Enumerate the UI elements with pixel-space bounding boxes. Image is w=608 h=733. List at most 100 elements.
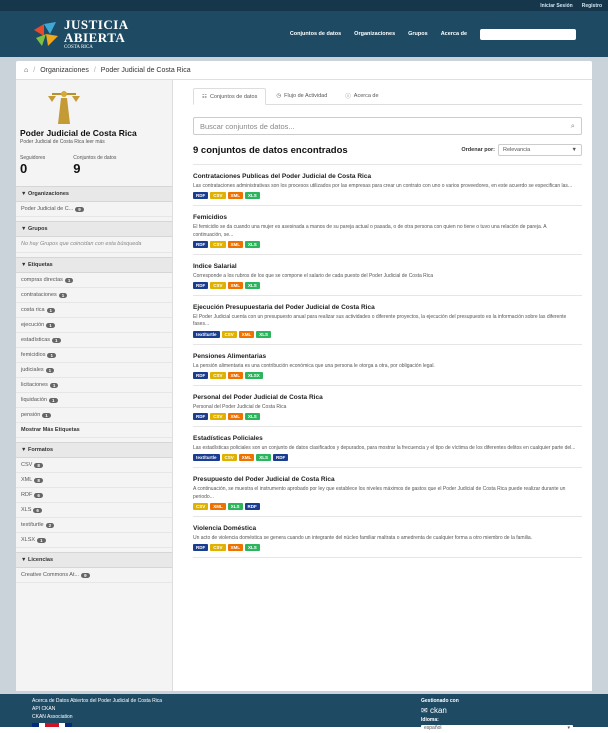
facet-item[interactable]: XLSX 1 [16, 533, 172, 549]
format-badge[interactable]: CSV [210, 413, 226, 420]
format-badge[interactable]: CSV [221, 454, 237, 462]
format-badge[interactable]: CSV [210, 192, 226, 200]
facet-item[interactable]: Poder Judicial de C... 9 [16, 202, 172, 217]
format-badge[interactable]: XLSX [245, 371, 263, 379]
facet-item[interactable]: text/turtle 2 [16, 518, 172, 534]
tab-about[interactable]: ⓘ Acerca de [337, 88, 386, 104]
register-link[interactable]: Registro [582, 3, 602, 9]
facet-formats-header: ▼ Formatos [16, 442, 172, 459]
format-badge[interactable]: XML [227, 240, 244, 248]
facet-item[interactable]: pensión 1 [16, 408, 172, 424]
facet-groups-header: ▼ Grupos [16, 221, 172, 237]
dataset-title[interactable]: Contrataciones Publicas del Poder Judici… [193, 173, 582, 180]
nav-organizations[interactable]: Organizaciones [354, 31, 395, 37]
breadcrumb-organizations[interactable]: Organizaciones [40, 67, 89, 74]
format-badge[interactable]: RDF [193, 413, 209, 420]
nav-about[interactable]: Acerca de [441, 31, 467, 37]
format-badge[interactable]: CSV [221, 330, 237, 338]
facet-item[interactable]: contrataciones 1 [16, 288, 172, 304]
format-badge[interactable]: XLS [256, 330, 272, 338]
dataset-title[interactable]: Estadísticas Policiales [193, 435, 582, 442]
format-badge[interactable]: XLS [245, 413, 260, 420]
format-badge[interactable]: XML [227, 544, 244, 551]
tab-datasets[interactable]: ☷ Conjuntos de datos [193, 88, 267, 105]
format-badge[interactable]: text/turtle [193, 330, 220, 338]
site-logo[interactable]: JUSTICIA ABIERTA COSTA RICA [32, 18, 129, 50]
footer-link-api[interactable]: API CKAN [32, 706, 421, 714]
facet-item[interactable]: ejecución 1 [16, 318, 172, 334]
dataset-search-input[interactable]: Buscar conjuntos de datos... ⌕ [193, 117, 582, 135]
facet-item[interactable]: compras directas 1 [16, 273, 172, 289]
dataset-title[interactable]: Indice Salarial [193, 263, 582, 270]
facet-item[interactable]: judiciales 1 [16, 363, 172, 379]
facet-item[interactable]: estadísticas 1 [16, 333, 172, 349]
facet-item[interactable]: liquidación 1 [16, 393, 172, 409]
facet-item[interactable]: XLS 6 [16, 503, 172, 519]
format-badge[interactable]: XLS [227, 502, 243, 510]
format-badge[interactable]: text/turtle [193, 454, 220, 462]
facet-item[interactable]: costa rica 1 [16, 303, 172, 319]
format-badge[interactable]: RDF [193, 371, 209, 379]
dataset-title[interactable]: Presupuesto del Poder Judicial de Costa … [193, 476, 582, 483]
dataset-title[interactable]: Femicidios [193, 214, 582, 221]
dataset-item: Violencia Doméstica Un acto de violencia … [193, 517, 582, 558]
format-badge[interactable]: CSV [193, 502, 209, 510]
show-more-tags-link[interactable]: Mostrar Más Etiquetas [16, 423, 172, 439]
format-badge[interactable]: RDF [193, 192, 209, 200]
format-badge[interactable]: CSV [210, 544, 226, 551]
search-icon[interactable]: ⌕ [571, 121, 575, 131]
dataset-description: Las estadísticas policiales son un conju… [193, 445, 576, 451]
sort-select[interactable]: Relevancia ▼ [498, 144, 582, 156]
format-badge[interactable]: RDF [193, 544, 209, 551]
facet-item[interactable]: licitaciones 1 [16, 378, 172, 394]
tab-activity[interactable]: ◷ Flujo de Actividad [268, 88, 335, 104]
format-badge[interactable]: XML [238, 454, 255, 462]
ckan-logo[interactable]: ✉ ckan [421, 705, 576, 717]
format-badge[interactable]: XML [227, 371, 244, 379]
format-badge[interactable]: CSV [210, 282, 226, 289]
facet-item[interactable]: femicidios 1 [16, 348, 172, 364]
dataset-title[interactable]: Violencia Doméstica [193, 525, 582, 532]
facet-count: 1 [58, 292, 68, 298]
facet-item[interactable]: CSV 8 [16, 458, 172, 474]
dataset-title[interactable]: Personal del Poder Judicial de Costa Ric… [193, 394, 582, 401]
format-badge[interactable]: XLS [245, 282, 260, 289]
dataset-description: Un acto de violencia doméstica se genera… [193, 534, 533, 541]
facet-count: 1 [64, 277, 74, 283]
format-badge[interactable]: XLS [245, 192, 260, 200]
facet-count: 1 [37, 537, 46, 543]
format-badge[interactable]: CSV [210, 371, 226, 379]
facet-label: femicidios [21, 352, 46, 359]
format-badge[interactable]: XLS [256, 454, 272, 462]
nav-datasets[interactable]: Conjuntos de datos [290, 31, 341, 37]
facet-item[interactable]: XML 8 [16, 473, 172, 489]
dataset-title[interactable]: Pensiones Alimentarias [193, 353, 582, 360]
format-badge[interactable]: XML [227, 192, 244, 200]
format-badge[interactable]: XLS [245, 240, 260, 248]
format-badge[interactable]: RDF [273, 454, 289, 462]
nav-groups[interactable]: Grupos [408, 31, 428, 37]
footer-link-about[interactable]: Acerca de Datos Abiertos del Poder Judic… [32, 698, 421, 706]
breadcrumb-current[interactable]: Poder Judicial de Costa Rica [101, 67, 191, 74]
footer-link-ckan-association[interactable]: CKAN Association [32, 714, 421, 722]
search-icon[interactable]: ⌕ [569, 31, 572, 38]
format-badge[interactable]: XML [227, 413, 244, 420]
format-badge[interactable]: XML [238, 330, 255, 338]
facet-item[interactable]: RDF 6 [16, 488, 172, 504]
format-badge[interactable]: RDF [193, 240, 209, 248]
dataset-title[interactable]: Ejecución Presupuestaria del Poder Judic… [193, 304, 582, 311]
facet-item[interactable]: Creative Commons At... 9 [16, 568, 172, 584]
format-badge[interactable]: XML [210, 502, 226, 510]
home-icon[interactable]: ⌂ [24, 67, 28, 74]
org-logo-image[interactable] [44, 86, 84, 126]
format-badge[interactable]: XLS [245, 544, 260, 551]
site-search-input[interactable]: Búsqueda ⌕ [480, 28, 576, 40]
format-badge[interactable]: RDF [193, 282, 209, 289]
format-badge[interactable]: RDF [244, 502, 260, 510]
dataset-description: Personal del Poder Judicial de Costa Ric… [193, 403, 287, 410]
language-select[interactable]: español ▾ [421, 725, 573, 733]
format-badge[interactable]: CSV [210, 240, 226, 248]
format-badge[interactable]: XML [227, 282, 244, 289]
login-link[interactable]: Iniciar Sesión [540, 3, 573, 9]
language-label: Idioma: [421, 716, 439, 723]
